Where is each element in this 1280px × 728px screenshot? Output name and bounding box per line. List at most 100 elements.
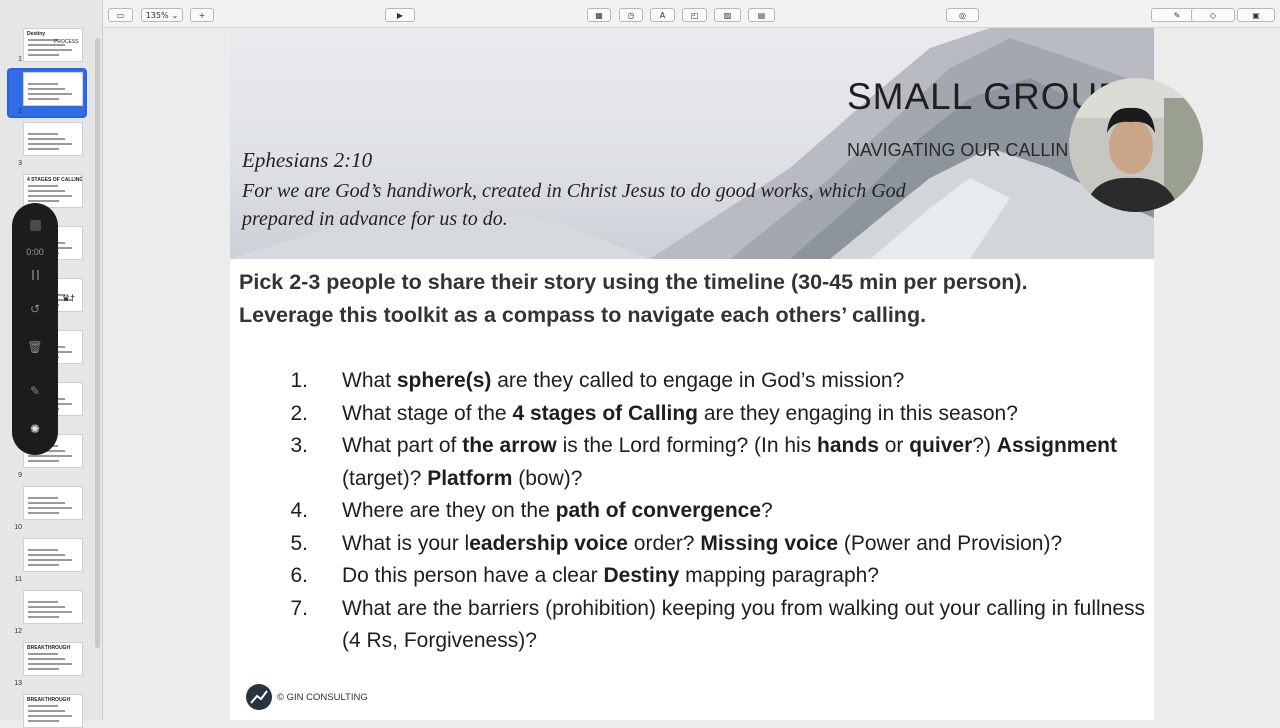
slide-thumbnail-2[interactable] <box>23 72 83 106</box>
thumbnail-text-line <box>28 190 65 192</box>
thumbnail-title: BREAKTHROUGH <box>27 697 71 703</box>
webcam-overlay[interactable] <box>1069 78 1203 212</box>
question-text: ?) <box>972 434 997 457</box>
question-keyword: Destiny <box>603 564 680 587</box>
question-text: What part of <box>342 434 463 457</box>
sidebar-toggle-icon[interactable]: ▭ <box>108 8 133 22</box>
question-text: What are the barriers (prohibition) keep… <box>342 596 1146 653</box>
thumbnail-glyph: ♛† <box>62 293 76 303</box>
question-text: mapping paragraph? <box>679 564 879 587</box>
thumbnail-text-line <box>28 710 65 712</box>
question-item: 4. Where are they on the path of converge… <box>286 495 1146 528</box>
thumbnail-text-line <box>28 195 72 197</box>
stop-icon[interactable] <box>12 217 58 233</box>
slide-canvas[interactable]: SMALL GROUP NAVIGATING OUR CALLING Ephes… <box>230 28 1154 720</box>
thumbnail-text-line <box>28 455 72 457</box>
question-number: 5. <box>290 531 308 555</box>
thumbnail-title: 4 STAGES OF CALLING <box>27 177 83 183</box>
document-icon[interactable]: ▣ <box>1237 8 1275 22</box>
thumbnail-text-line <box>28 554 65 556</box>
question-item: 7. What are the barriers (prohibition) ke… <box>286 593 1146 658</box>
question-text: or <box>878 434 910 457</box>
thumbnail-text-line <box>28 611 72 613</box>
question-keyword: Assignment <box>996 434 1117 457</box>
zoom-menu[interactable]: 135% ⌄ <box>141 8 183 22</box>
question-number: 6. <box>290 564 308 587</box>
thumbnail-text-line <box>28 549 58 551</box>
zoom-level: 135% <box>145 10 169 20</box>
add-slide-icon[interactable]: + <box>190 8 214 22</box>
question-number: 4. <box>290 499 308 522</box>
question-item: 6. Do this person have a clear Destiny ma… <box>286 560 1146 593</box>
thumbnail-text-line <box>28 200 59 202</box>
recording-controls: 0:00 ↺ 🗑 ✎ ✺ <box>12 203 58 455</box>
table-icon[interactable]: ▦ <box>587 8 611 22</box>
question-text: What is your l <box>342 531 470 555</box>
slide-number: 2 <box>18 108 22 115</box>
sidebar-scrollbar[interactable] <box>95 38 100 648</box>
question-text: (Power and Provision)? <box>838 531 1063 555</box>
slide-number: 12 <box>14 628 22 635</box>
thumbnail-text-line <box>28 497 58 499</box>
thumbnail-text-line <box>28 705 58 707</box>
slide-number: 1 <box>18 56 22 63</box>
slide-number: 3 <box>18 160 22 167</box>
presenter-video-image <box>1069 78 1203 212</box>
slide-banner: SMALL GROUP NAVIGATING OUR CALLING Ephes… <box>230 28 1154 259</box>
question-keyword: quiver <box>909 434 973 457</box>
question-keyword: eadership voice <box>469 531 628 555</box>
slide-number: 13 <box>14 680 22 687</box>
question-text: What <box>342 369 397 392</box>
slide-thumbnail-10[interactable] <box>23 486 83 520</box>
thumbnail-text-line <box>28 185 58 187</box>
question-item: 2. What stage of the 4 stages of Calling … <box>286 398 1146 431</box>
question-keyword: 4 stages of Calling <box>512 401 698 425</box>
thumbnail-subtitle: PROCESS <box>54 39 79 45</box>
pencil-icon[interactable]: ✎ <box>12 383 58 399</box>
question-keyword: hands <box>817 434 879 457</box>
question-keyword: sphere(s) <box>396 369 492 392</box>
collaborate-icon[interactable]: ◎ <box>946 8 979 22</box>
media-icon[interactable]: ▨ <box>714 8 741 22</box>
slide-thumbnail-1[interactable]: Destiny PROCESS <box>23 28 83 62</box>
thumbnail-text-line <box>28 653 58 655</box>
slide-thumbnail-11[interactable] <box>23 538 83 572</box>
laser-pointer-icon[interactable]: ✺ <box>12 421 58 437</box>
thumbnail-text-line <box>28 143 72 145</box>
play-icon[interactable]: ▶ <box>385 8 415 22</box>
thumbnail-text-line <box>28 98 59 100</box>
thumbnail-text-line <box>28 88 65 90</box>
slide-thumbnail-14[interactable]: BREAKTHROUGH <box>23 694 83 728</box>
thumbnail-title: BREAKTHROUGH <box>27 645 71 651</box>
verse-text: For we are God’s handiwork, created in C… <box>242 180 906 230</box>
thumbnail-text-line <box>28 668 59 670</box>
question-item: 3. What part of the arrow is the Lord for… <box>286 430 1146 495</box>
verse-reference: Ephesians 2:10 <box>242 148 373 172</box>
thumbnail-text-line <box>28 658 65 660</box>
question-text: What stage of the <box>342 401 513 425</box>
thumbnail-text-line <box>28 507 72 509</box>
text-box-icon[interactable]: A <box>650 8 675 22</box>
thumbnail-title: Destiny <box>27 31 46 37</box>
question-keyword: path of convergence <box>555 499 762 522</box>
slide-thumbnail-3[interactable] <box>23 122 83 156</box>
slide-thumbnail-13[interactable]: BREAKTHROUGH <box>23 642 83 676</box>
comment-icon[interactable]: ▤ <box>748 8 775 22</box>
animate-icon[interactable]: ◇ <box>1191 8 1235 22</box>
thumbnail-text-line <box>28 148 59 150</box>
chart-icon[interactable]: ◷ <box>619 8 643 22</box>
instruction-line-2: Leverage this toolkit as a compass to na… <box>239 303 927 327</box>
question-item: 5. What is your leadership voice order? M… <box>286 528 1146 561</box>
retake-icon[interactable]: ↺ <box>12 301 58 317</box>
pause-icon[interactable] <box>12 267 58 283</box>
shape-icon[interactable]: ◰ <box>682 8 707 22</box>
thumbnail-text-line <box>28 502 65 504</box>
thumbnail-text-line <box>28 564 59 566</box>
question-text: Where are they on the <box>342 499 556 522</box>
recording-timer: 0:00 <box>26 247 44 257</box>
slide-thumbnail-12[interactable] <box>23 590 83 624</box>
thumbnail-text-line <box>28 138 65 140</box>
thumbnail-text-line <box>28 512 59 514</box>
slide-number: 10 <box>14 524 22 531</box>
trash-icon[interactable]: 🗑 <box>12 339 58 355</box>
